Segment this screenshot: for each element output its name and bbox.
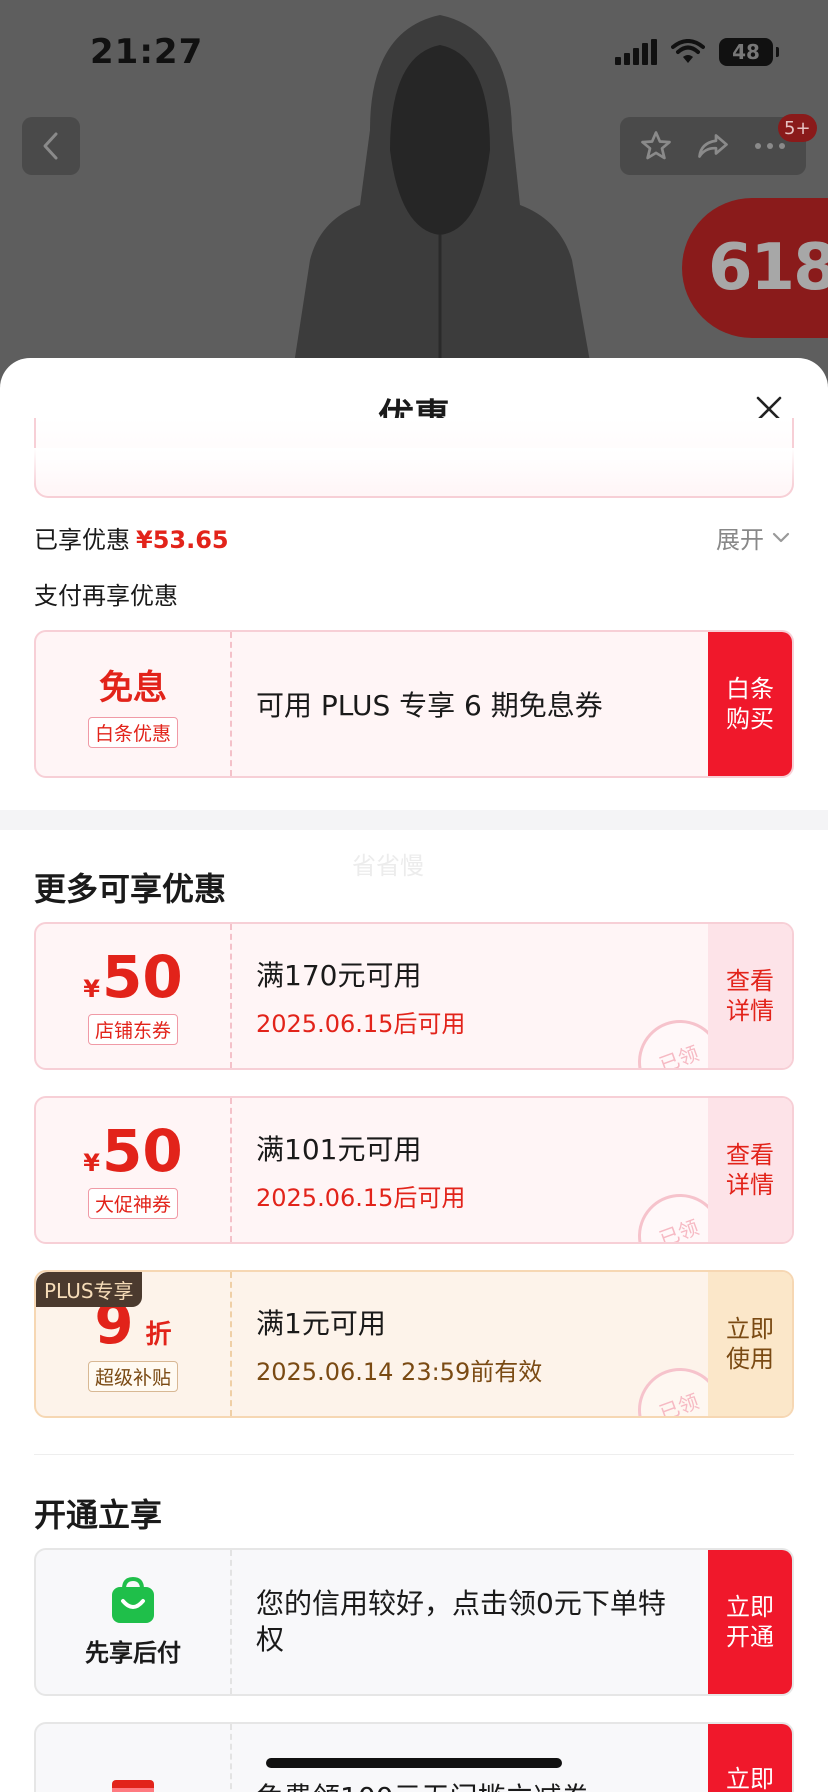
red-coupon-icon bbox=[112, 1780, 154, 1792]
coupon-tag: 超级补贴 bbox=[87, 1360, 178, 1392]
coupon-tag: 大促神券 bbox=[87, 1187, 178, 1219]
share-button[interactable] bbox=[688, 121, 738, 171]
promo-618-badge[interactable]: 618 bbox=[682, 198, 828, 338]
coupon-title: 满170元可用 bbox=[256, 958, 422, 992]
activate-now-button[interactable]: 立即开通 bbox=[708, 1550, 792, 1694]
coupon-title: 满101元可用 bbox=[256, 1132, 422, 1166]
enjoyed-discount: 已享优惠 ¥53.65 bbox=[34, 520, 229, 555]
coupon-validity: 2025.06.15后可用 bbox=[256, 1183, 466, 1212]
coupon-card[interactable]: ¥ 50 大促神券 满101元可用 2025.06.15后可用 已领 查看详情 bbox=[34, 1096, 794, 1244]
baitiao-buy-button[interactable]: 白条购买 bbox=[708, 632, 792, 776]
cellular-signal-icon bbox=[615, 39, 657, 65]
activate-button[interactable]: 立即 bbox=[708, 1724, 792, 1792]
plus-coupon-card[interactable]: 9 折 超级补贴 PLUS专享 满1元可用 2025.06.14 23:59前有… bbox=[34, 1270, 794, 1418]
discount-sheet: 优惠 已享优惠¥53.65 展开 支付再享优惠 免息 白条优惠 可用 PLUS … bbox=[0, 358, 828, 1792]
coupon-tag: 店铺东券 bbox=[87, 1013, 178, 1045]
plus-exclusive-badge: PLUS专享 bbox=[36, 1272, 142, 1307]
baitiao-coupon[interactable]: 免息 白条优惠 可用 PLUS 专享 6 期免息券 白条购买 bbox=[34, 630, 794, 778]
star-icon bbox=[641, 131, 672, 160]
enjoyed-amount: ¥53.65 bbox=[136, 526, 229, 554]
home-indicator[interactable] bbox=[266, 1758, 562, 1768]
view-details-button[interactable]: 查看详情 bbox=[708, 1098, 792, 1242]
coupon-amount: ¥ 50 bbox=[83, 942, 183, 1011]
coupon-main-text: 免息 bbox=[99, 668, 167, 708]
coupon-tag: 白条优惠 bbox=[87, 717, 178, 748]
pay-later-label: 先享后付 bbox=[85, 1638, 181, 1667]
more-discounts-title: 更多可享优惠 bbox=[34, 870, 227, 908]
coupon-amount: ¥ 50 bbox=[83, 1116, 183, 1185]
expand-toggle[interactable]: 展开 bbox=[716, 520, 790, 555]
coupon-validity: 2025.06.14 23:59前有效 bbox=[256, 1357, 543, 1386]
chevron-left-icon bbox=[43, 132, 58, 160]
coupon-validity: 2025.06.15后可用 bbox=[256, 1009, 466, 1038]
section-divider bbox=[0, 810, 828, 830]
more-dots-icon bbox=[754, 143, 785, 149]
coupon-title: 满1元可用 bbox=[256, 1306, 386, 1340]
pay-later-card[interactable]: 先享后付 您的信用较好，点击领0元下单特权 立即开通 bbox=[34, 1548, 794, 1696]
offer-title: 您的信用较好，点击领0元下单特权 bbox=[256, 1587, 666, 1656]
shopping-bag-icon bbox=[112, 1576, 154, 1623]
enjoyed-label: 已享优惠 bbox=[34, 526, 130, 554]
status-time: 21:27 bbox=[90, 32, 204, 72]
open-enjoy-title: 开通立享 bbox=[34, 1496, 163, 1534]
expand-label: 展开 bbox=[716, 526, 764, 554]
chevron-down-icon bbox=[772, 532, 790, 542]
share-icon bbox=[698, 134, 728, 158]
watermark-text: 省省慢 bbox=[352, 852, 424, 880]
back-button[interactable] bbox=[22, 117, 80, 175]
battery-indicator: 48 bbox=[719, 38, 779, 66]
view-details-button[interactable]: 查看详情 bbox=[708, 924, 792, 1068]
offer-title: 免费领100元无门槛立减券 bbox=[256, 1776, 589, 1792]
status-bar: 21:27 48 bbox=[0, 0, 828, 100]
pay-more-label: 支付再享优惠 bbox=[34, 582, 178, 610]
divider bbox=[34, 1454, 794, 1455]
favorite-star-button[interactable] bbox=[631, 121, 681, 171]
coupon-card[interactable]: ¥ 50 店铺东券 满170元可用 2025.06.15后可用 已领 查看详情 bbox=[34, 922, 794, 1070]
message-badge: 5+ bbox=[778, 114, 817, 142]
free-coupon-card[interactable]: 免费领100元无门槛立减券 立即 bbox=[34, 1722, 794, 1792]
use-now-button[interactable]: 立即使用 bbox=[708, 1272, 792, 1416]
wifi-icon bbox=[671, 39, 705, 63]
coupon-title: 可用 PLUS 专享 6 期免息券 bbox=[256, 689, 603, 722]
